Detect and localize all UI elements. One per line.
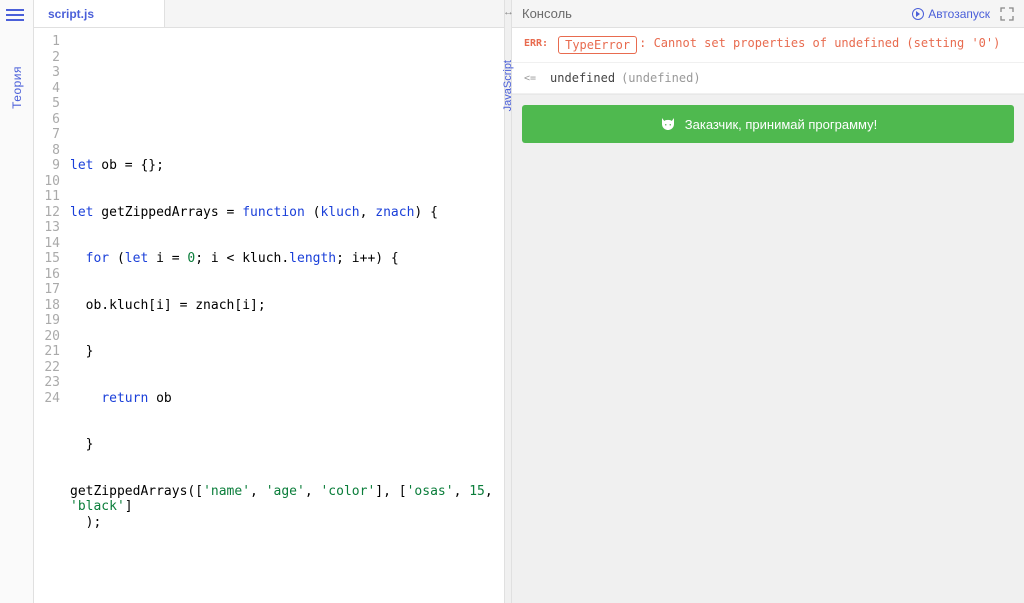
- autorun-button[interactable]: Автозапуск: [912, 7, 990, 21]
- expand-icon[interactable]: [1000, 7, 1014, 21]
- code-content[interactable]: let ob = {}; let getZippedArrays = funct…: [68, 28, 504, 603]
- code-editor[interactable]: 123456789101112131415161718192021222324 …: [34, 28, 504, 603]
- menu-icon[interactable]: [6, 4, 28, 26]
- error-type-badge: TypeError: [558, 36, 637, 54]
- editor-pane: script.js 123456789101112131415161718192…: [34, 0, 504, 603]
- left-rail: Теория: [0, 0, 34, 603]
- tab-scriptjs[interactable]: script.js: [34, 0, 165, 27]
- pane-divider[interactable]: ↔ JavaScript: [504, 0, 512, 603]
- play-icon: [912, 8, 924, 20]
- output-header: Консоль Автозапуск: [512, 0, 1024, 28]
- console-log-row: <= undefined (undefined): [512, 63, 1024, 94]
- resize-icon[interactable]: ↔: [503, 6, 517, 18]
- theory-label[interactable]: Теория: [10, 66, 24, 109]
- line-gutter: 123456789101112131415161718192021222324: [34, 28, 68, 603]
- tab-bar: script.js: [34, 0, 504, 28]
- cat-icon: [659, 115, 677, 133]
- log-value: undefined: [550, 71, 615, 85]
- submit-button[interactable]: Заказчик, принимай программу!: [522, 105, 1014, 143]
- console-error-row: ERR: TypeError : Cannot set properties o…: [512, 28, 1024, 63]
- output-pane: Консоль Автозапуск ERR: TypeError : Cann…: [512, 0, 1024, 603]
- language-label: JavaScript: [502, 60, 514, 111]
- console-output: ERR: TypeError : Cannot set properties o…: [512, 28, 1024, 95]
- console-title: Консоль: [522, 6, 572, 21]
- error-label: ERR:: [524, 38, 548, 49]
- error-message: : Cannot set properties of undefined (se…: [639, 36, 1000, 50]
- log-type: (undefined): [621, 71, 700, 85]
- log-prefix: <=: [524, 73, 536, 84]
